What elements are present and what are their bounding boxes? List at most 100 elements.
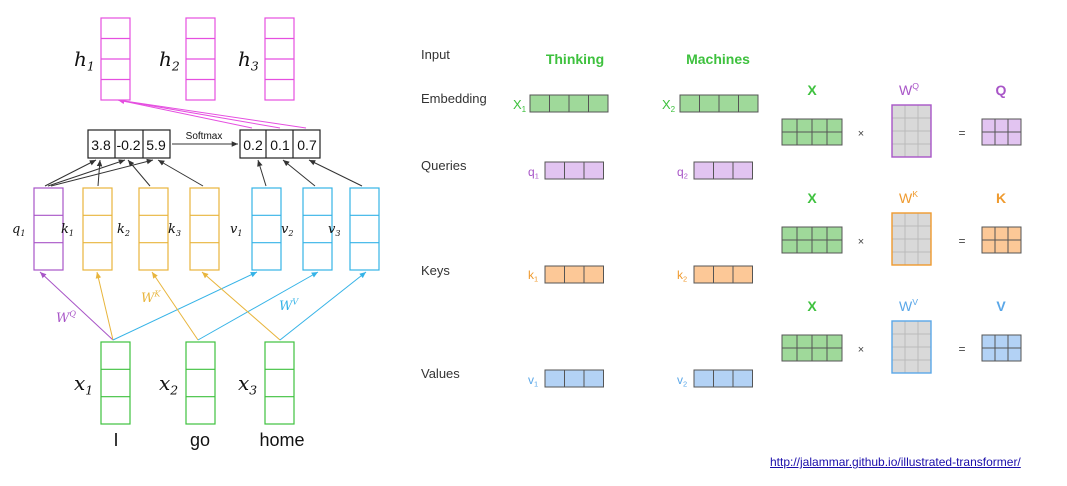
query-vector [693,161,753,180]
input-word: I [113,430,118,450]
softmax-label: Softmax [186,131,223,142]
word-machines: Machines [686,51,750,67]
score-value: -0.2 [116,137,140,153]
x-matrix-label: X [807,82,817,98]
left-vector-boxes [33,17,380,425]
row-label-embedding: Embedding [421,91,487,106]
source-link[interactable]: http://jalammar.github.io/illustrated-tr… [770,455,1021,469]
key-label: k1 [528,268,538,284]
weighted-sum-arrow [117,98,253,129]
row-label-input: Input [421,47,450,62]
value-label: v2 [677,373,687,389]
weight-K-label: WK [141,290,161,306]
input-x2-box [185,341,216,425]
output-matrix-label: Q [996,82,1007,98]
self-attention-diagram: h1 h2 h3 3.8 -0.2 5.9 0.2 0.1 0.7 Softmax q1 k1 k2 k3… [12,17,1022,450]
value-vector [544,369,604,388]
score-value: 5.9 [146,137,166,153]
key-vector [544,265,604,284]
score-arrow [157,159,204,187]
key-vector [693,265,753,284]
output-h3-box [264,17,295,101]
weight-matrix-label: WK [899,189,918,206]
softmax-value: 0.2 [243,137,263,153]
times-sign: × [858,344,864,356]
value-vector [693,369,753,388]
vector-q1-label: q1 [12,222,25,238]
x-matrix-label: X [807,298,817,314]
vector-v3-label: v3 [328,222,340,238]
input-word: home [259,430,304,450]
vector-k3-box [189,187,220,271]
input-x1-label: x1 [74,371,93,397]
equals-sign: = [958,126,965,140]
key-label: k2 [677,268,687,284]
vector-k1-box [82,187,113,271]
value-arrow [257,159,267,187]
weight-V-label: WV [279,298,299,314]
softmax-value: 0.1 [270,137,290,153]
wv-arrow [112,271,258,341]
equals-sign: = [958,342,965,356]
softmax-value: 0.7 [297,137,317,153]
weighted-sum-arrow [117,98,281,129]
query-label: q1 [528,165,539,181]
value-arrow [282,159,316,187]
embedding-label: X1 [513,97,527,114]
output-matrix-label: V [996,298,1006,314]
weight-matrix [891,212,932,266]
output-h2-label: h2 [159,47,180,73]
embedding-vector [679,94,759,113]
row-label-keys: Keys [421,263,450,278]
weight-Q-label: WQ [56,310,76,326]
equals-sign: = [958,234,965,248]
input-x1-box [100,341,131,425]
output-matrix [981,334,1022,362]
weight-matrix [891,320,932,374]
right-panel: X × WQ = Q X × WK = K X × WV = V [781,81,1022,374]
weight-matrix [891,104,932,158]
vector-q1-box [33,187,64,271]
output-matrix-label: K [996,190,1006,206]
input-word: go [190,430,210,450]
output-h1-box [100,17,131,101]
vector-v1-label: v1 [230,222,242,238]
vector-v3-box [349,187,380,271]
times-sign: × [858,236,864,248]
vector-k3-label: k3 [168,222,181,238]
output-matrix [981,118,1022,146]
output-h2-box [185,17,216,101]
value-label: v1 [528,373,538,389]
value-arrow [308,159,363,187]
row-label-queries: Queries [421,158,467,173]
vector-k1-label: k1 [61,222,74,238]
x-matrix-label: X [807,190,817,206]
weight-matrix-label: WQ [899,81,919,98]
query-label: q2 [677,165,688,181]
score-arrow [47,159,126,187]
wk-arrow [151,271,199,341]
vector-v2-label: v2 [281,222,293,238]
score-value: 3.8 [91,137,111,153]
vector-k2-box [138,187,169,271]
row-label-values: Values [421,366,460,381]
weighted-sum-arrow [117,98,307,129]
score-arrow [50,158,154,187]
score-arrow [44,159,97,187]
output-matrix [981,226,1022,254]
wk-arrow [201,271,281,341]
x-matrix [781,334,843,362]
vector-k2-label: k2 [117,222,130,238]
middle-panel: Input Embedding Queries Keys Values Thinking M… [421,47,759,389]
x-matrix [781,118,843,146]
times-sign: × [858,128,864,140]
input-x3-label: x3 [238,371,257,397]
input-x2-label: x2 [159,371,178,397]
query-vector [544,161,604,180]
score-arrow [96,159,103,187]
output-h1-label: h1 [74,47,95,73]
embedding-vector [529,94,609,113]
output-h3-label: h3 [238,47,259,73]
word-thinking: Thinking [546,51,604,67]
embedding-label: X2 [662,97,676,114]
